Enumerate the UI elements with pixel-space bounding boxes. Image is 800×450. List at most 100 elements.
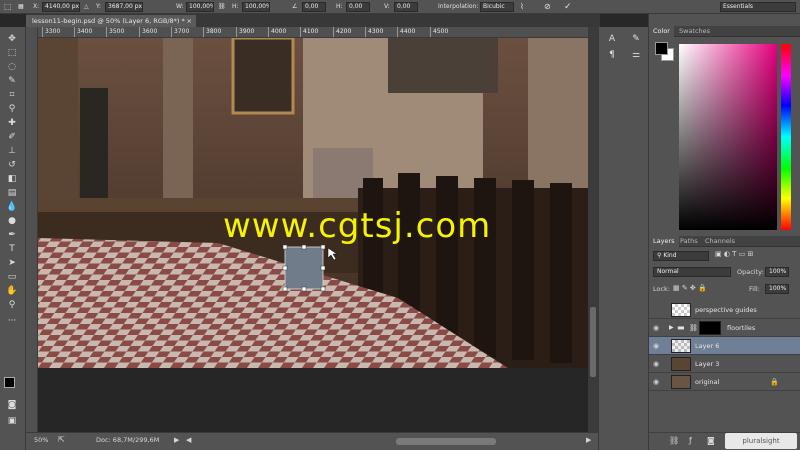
document-canvas[interactable]: www.cgtsj.com — [38, 38, 588, 368]
zoom-tool-icon[interactable]: ⚲ — [4, 299, 20, 312]
brush-tool-icon[interactable]: ✐ — [4, 131, 20, 144]
blend-mode-select[interactable]: Normal — [653, 267, 731, 277]
layer-row[interactable]: ◉ Layer 3 — [649, 355, 800, 373]
layer-row[interactable]: ◉ original 🔒 — [649, 373, 800, 391]
color-panel-tabs: Color Swatches — [649, 26, 800, 37]
fill-field[interactable]: 100% — [765, 284, 789, 294]
type-tool-icon[interactable]: T — [4, 243, 20, 256]
horizontal-scroll-thumb[interactable] — [396, 438, 496, 445]
layer-row[interactable]: ◉ ▶ ▬ ⛓ floortiles — [649, 319, 800, 337]
panel-foreground-swatch[interactable] — [655, 42, 668, 55]
link-icon[interactable]: ⛓ — [218, 2, 226, 12]
vskew-label: V: — [384, 3, 390, 10]
tab-paths[interactable]: Paths — [676, 236, 702, 247]
hskew-field[interactable]: 0,00 — [346, 2, 370, 12]
scroll-right-icon[interactable]: ▶ — [586, 436, 591, 444]
healing-tool-icon[interactable]: ✚ — [4, 117, 20, 130]
layer-mask-thumbnail[interactable] — [699, 321, 721, 335]
document-tab[interactable]: lesson11-begin.psd @ 50% (Layer 6, RGB/8… — [26, 15, 196, 27]
lasso-tool-icon[interactable]: ◌ — [4, 61, 20, 74]
warp-icon[interactable]: ⌇ — [520, 2, 524, 12]
opacity-field[interactable]: 100% — [765, 267, 789, 277]
expand-group-icon[interactable]: ▶ — [669, 319, 674, 337]
zoom-level[interactable]: 50% — [34, 436, 48, 444]
character-icon[interactable]: A — [605, 33, 619, 45]
more-tools-icon[interactable]: ··· — [4, 315, 20, 328]
brush-presets-icon[interactable]: ✎ — [629, 33, 643, 45]
w-field[interactable]: 100,00% — [186, 2, 214, 12]
layer-thumbnail — [671, 303, 691, 317]
angle-field[interactable]: 0,00 — [302, 2, 326, 12]
interpolation-select[interactable]: Bicubic — [480, 2, 514, 12]
reference-point-icon[interactable]: ▦ — [18, 2, 24, 12]
hand-tool-icon[interactable]: ✋ — [4, 285, 20, 298]
filter-kind-label: Kind — [663, 252, 677, 259]
visibility-eye-icon[interactable]: ◉ — [653, 319, 665, 337]
path-select-tool-icon[interactable]: ➤ — [4, 257, 20, 270]
layer-thumbnail — [671, 357, 691, 371]
visibility-eye-icon[interactable]: ◉ — [653, 373, 665, 391]
angle-icon: ∠ — [292, 3, 298, 10]
visibility-eye-icon[interactable]: ◉ — [653, 355, 665, 373]
status-bar: 50% ⇱ Doc: 68,7M/299,6M ▶ ◀ ▶ — [26, 432, 598, 450]
tab-channels[interactable]: Channels — [701, 236, 739, 247]
hskew-label: H: — [336, 3, 343, 10]
right-panel-dock: Color Swatches Layers Paths Channels ⚲ K… — [648, 14, 800, 450]
rectangle-tool-icon[interactable]: ▭ — [4, 271, 20, 284]
quick-select-tool-icon[interactable]: ✎ — [4, 75, 20, 88]
pasteboard — [38, 368, 588, 432]
blur-tool-icon[interactable]: 💧 — [4, 201, 20, 214]
eraser-tool-icon[interactable]: ◧ — [4, 173, 20, 186]
tab-swatches[interactable]: Swatches — [675, 26, 714, 37]
close-tab-icon[interactable]: × — [187, 15, 192, 27]
visibility-eye-icon[interactable]: ◉ — [653, 337, 665, 355]
vertical-scroll-thumb[interactable] — [590, 307, 596, 377]
paragraph-icon[interactable]: ¶ — [605, 49, 619, 61]
gradient-tool-icon[interactable]: ▤ — [4, 187, 20, 200]
layer-row[interactable]: perspective guides — [649, 301, 800, 319]
vertical-scrollbar[interactable] — [588, 27, 598, 432]
foreground-color-swatch[interactable] — [4, 377, 15, 388]
layer-thumbnail — [671, 339, 691, 353]
add-mask-icon[interactable]: ◙ — [707, 436, 715, 445]
history-brush-tool-icon[interactable]: ↺ — [4, 159, 20, 172]
lock-icon: 🔒 — [770, 378, 779, 386]
share-icon[interactable]: ⇱ — [58, 435, 65, 444]
h-field[interactable]: 100,00% — [242, 2, 270, 12]
move-tool-icon[interactable]: ✥ — [4, 33, 20, 46]
pen-tool-icon[interactable]: ✒ — [4, 229, 20, 242]
tab-layers[interactable]: Layers — [649, 236, 679, 247]
link-layers-icon[interactable]: ⛓ — [669, 436, 679, 445]
scroll-left-icon[interactable]: ◀ — [186, 436, 191, 444]
adjustments-icon[interactable]: ⚌ — [629, 49, 643, 61]
commit-transform-icon[interactable]: ✓ — [564, 2, 572, 12]
fx-icon[interactable]: ƒ — [689, 436, 692, 445]
y-field[interactable]: 3687,00 px — [105, 2, 143, 12]
filter-icons[interactable]: ▣ ◐ T ▭ ⊞ — [715, 250, 753, 258]
chain-link-icon[interactable]: ⛓ — [689, 319, 698, 337]
tab-color[interactable]: Color — [649, 26, 674, 37]
vskew-field[interactable]: 0,00 — [394, 2, 418, 12]
layer-name: floortiles — [727, 324, 756, 332]
cancel-transform-icon[interactable]: ⊘ — [544, 2, 551, 12]
lock-icons[interactable]: ▦ ✎ ✥ 🔒 — [673, 284, 707, 292]
status-menu-icon[interactable]: ▶ — [174, 436, 179, 444]
quick-mask-icon[interactable]: ◙ — [4, 399, 20, 412]
layer-row-selected[interactable]: ◉ Layer 6 — [649, 337, 800, 355]
hue-slider[interactable] — [781, 44, 791, 230]
relative-position-icon[interactable]: △ — [84, 2, 89, 12]
stamp-tool-icon[interactable]: ⊥ — [4, 145, 20, 158]
dodge-tool-icon[interactable]: ● — [4, 215, 20, 228]
workspace-select[interactable]: Essentials — [720, 2, 796, 12]
transform-icon[interactable]: ⬚ — [4, 2, 12, 12]
color-spectrum-field[interactable] — [679, 44, 777, 230]
x-field[interactable]: 4140,00 px — [42, 2, 80, 12]
crop-tool-icon[interactable]: ⌗ — [4, 89, 20, 102]
x-label: X: — [33, 3, 40, 10]
layer-filter-select[interactable]: ⚲ Kind — [653, 251, 709, 261]
ruler-tick: 3300 — [42, 27, 60, 37]
lock-label: Lock: — [653, 285, 671, 293]
eyedropper-tool-icon[interactable]: ⚲ — [4, 103, 20, 116]
screen-mode-icon[interactable]: ▣ — [4, 415, 20, 428]
marquee-tool-icon[interactable]: ⬚ — [4, 47, 20, 60]
